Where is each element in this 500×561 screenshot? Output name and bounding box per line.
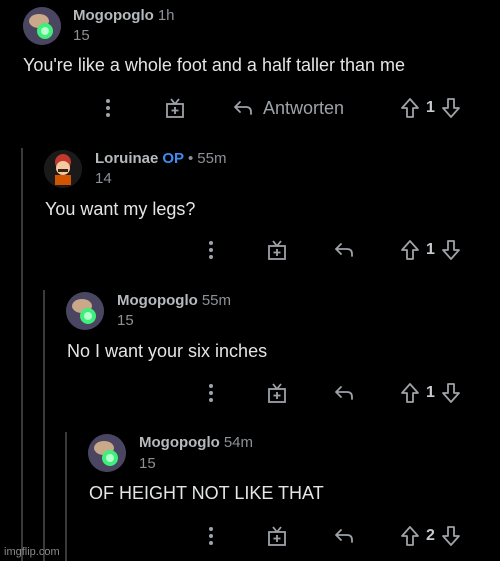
upvote-arrow-icon[interactable] [400, 525, 420, 547]
separator-dot: • [188, 150, 194, 167]
award-button[interactable] [266, 521, 288, 551]
vote-count: 1 [426, 99, 435, 116]
downvote-arrow-icon[interactable] [441, 382, 461, 404]
avatar-image-icon [23, 7, 61, 45]
reply-arrow-icon [335, 386, 353, 400]
vote-count: 1 [426, 241, 435, 258]
comment-time: 1h [157, 7, 175, 24]
award-icon [268, 240, 286, 260]
vote-controls: 2 [400, 521, 461, 551]
author-name[interactable]: Loruinae [95, 150, 158, 167]
avatar[interactable] [66, 292, 104, 330]
reply-arrow-icon [335, 529, 353, 543]
vote-controls: 1 [400, 235, 461, 265]
comment-body: You're like a whole foot and a half tall… [23, 55, 406, 75]
comment-author-line: Mogopoglo 1h [73, 7, 175, 24]
reply-button[interactable]: Antworten [232, 93, 344, 123]
vote-controls: 1 [400, 93, 461, 123]
comment-body: OF HEIGHT NOT LIKE THAT [89, 483, 324, 503]
award-button[interactable] [266, 378, 288, 408]
reply-label: Antworten [263, 97, 345, 118]
avatar-image-icon [88, 434, 126, 472]
award-button[interactable] [266, 235, 288, 265]
comment-author-line: Mogopoglo 54m [139, 434, 253, 451]
comment-author-line: Mogopoglo 55m [117, 292, 231, 309]
more-options-button[interactable] [204, 235, 218, 265]
avatar-image-icon [44, 150, 82, 188]
vote-count: 2 [426, 527, 435, 544]
author-name[interactable]: Mogopoglo [73, 7, 154, 24]
downvote-arrow-icon[interactable] [441, 97, 461, 119]
comment-actions: 2 [0, 521, 500, 551]
upvote-arrow-icon[interactable] [400, 97, 420, 119]
author-karma: 14 [95, 170, 112, 187]
reply-button[interactable] [333, 235, 355, 265]
reply-button[interactable] [333, 521, 355, 551]
author-karma: 15 [117, 312, 134, 329]
comment-actions: 1 [0, 378, 500, 408]
reply-arrow-icon [335, 243, 353, 257]
vote-controls: 1 [400, 378, 461, 408]
comment-time: 55m [197, 150, 227, 167]
watermark: imgflip.com [4, 546, 60, 558]
more-options-icon [209, 241, 213, 259]
author-name[interactable]: Mogopoglo [117, 292, 198, 309]
award-icon [268, 383, 286, 403]
comment-body: You want my legs? [45, 199, 196, 219]
award-button[interactable] [164, 93, 186, 123]
downvote-arrow-icon[interactable] [441, 239, 461, 261]
avatar[interactable] [44, 150, 82, 188]
author-karma: 15 [139, 455, 156, 472]
author-karma: 15 [73, 27, 90, 44]
upvote-arrow-icon[interactable] [400, 239, 420, 261]
more-options-button[interactable] [204, 521, 218, 551]
avatar[interactable] [23, 7, 61, 45]
avatar-image-icon [66, 292, 104, 330]
comment-time: 54m [223, 434, 253, 451]
upvote-arrow-icon[interactable] [400, 382, 420, 404]
award-icon [166, 98, 184, 118]
author-name[interactable]: Mogopoglo [139, 434, 220, 451]
thread-line-level-1[interactable] [21, 148, 23, 561]
op-badge: OP [162, 150, 185, 167]
comment-author-line: Loruinae OP • 55m [95, 150, 226, 167]
reply-button[interactable] [333, 378, 355, 408]
vote-count: 1 [426, 384, 435, 401]
more-options-icon [209, 527, 213, 545]
more-options-button[interactable] [101, 93, 115, 123]
comment-actions: Antworten 1 [0, 93, 500, 123]
comment-actions: 1 [0, 235, 500, 265]
reply-arrow-icon [234, 101, 252, 115]
more-options-icon [106, 99, 110, 117]
more-options-icon [209, 384, 213, 402]
award-icon [268, 526, 286, 546]
avatar[interactable] [88, 434, 126, 472]
comment-time: 55m [201, 292, 231, 309]
comment-body: No I want your six inches [67, 341, 268, 361]
downvote-arrow-icon[interactable] [441, 525, 461, 547]
more-options-button[interactable] [204, 378, 218, 408]
